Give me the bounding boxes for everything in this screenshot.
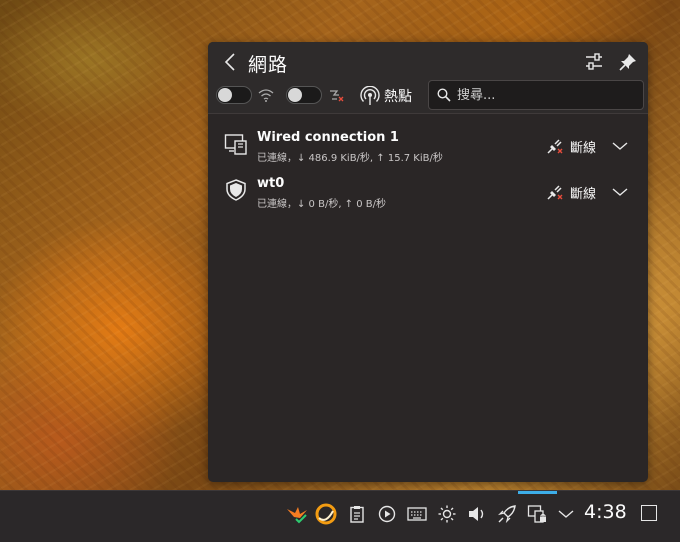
- disconnect-button[interactable]: 斷線: [546, 182, 596, 202]
- disconnect-label: 斷線: [570, 140, 597, 156]
- settings-sliders-icon: [586, 53, 602, 70]
- network-wired-lock-icon: [527, 505, 546, 523]
- toggle-knob: [288, 88, 302, 102]
- show-desktop-button[interactable]: [641, 505, 657, 521]
- disconnect-label: 斷線: [570, 186, 597, 202]
- bird-check-icon: [287, 507, 307, 524]
- brightness-icon: [438, 505, 456, 523]
- digital-clock[interactable]: 4:38: [584, 501, 627, 523]
- connection-status: 已連線，↓ 486.9 KiB/秒, ↑ 15.7 KiB/秒: [257, 153, 443, 164]
- mobile-broadband-off-icon: [328, 87, 344, 103]
- tray-keyboard[interactable]: [406, 503, 428, 525]
- wired-network-icon: [224, 134, 247, 155]
- connection-item-wired[interactable]: Wired connection 1 已連線，↓ 486.9 KiB/秒, ↑ …: [208, 128, 648, 172]
- chevron-left-icon: [224, 53, 235, 71]
- tray-launcher[interactable]: [496, 503, 518, 525]
- connection-name: Wired connection 1: [257, 130, 399, 145]
- expand-button[interactable]: [610, 182, 630, 202]
- tray-clipboard[interactable]: [346, 503, 368, 525]
- tray-network[interactable]: [526, 503, 548, 525]
- taskbar: 4:38: [0, 490, 680, 542]
- tray-expand-button[interactable]: [555, 503, 577, 525]
- active-applet-indicator: [518, 491, 557, 494]
- tray-fcitx[interactable]: [286, 503, 308, 525]
- wifi-toggle[interactable]: [216, 86, 252, 104]
- vpn-shield-icon: [226, 179, 246, 201]
- popup-title: 網路: [248, 54, 289, 76]
- tray-app-swirl[interactable]: [315, 503, 337, 525]
- configure-button[interactable]: [583, 51, 605, 73]
- disconnect-plug-icon: [547, 139, 563, 154]
- pin-button[interactable]: [617, 51, 639, 73]
- pin-icon: [619, 54, 636, 71]
- mobile-broadband-toggle[interactable]: [286, 86, 322, 104]
- tray-brightness[interactable]: [436, 503, 458, 525]
- tray-media-player[interactable]: [376, 503, 398, 525]
- connection-name: wt0: [257, 176, 285, 191]
- keyboard-icon: [407, 507, 427, 521]
- orange-swirl-icon: [315, 503, 337, 525]
- rocket-icon: [498, 505, 516, 523]
- network-popup: 網路 熱點 搜尋... Wired connection 1 已連線，↓ 486…: [208, 42, 648, 482]
- chevron-down-icon: [612, 142, 628, 150]
- hotspot-label: 熱點: [384, 89, 412, 105]
- volume-icon: [469, 507, 484, 521]
- search-field[interactable]: [428, 80, 644, 110]
- clipboard-icon: [350, 506, 364, 523]
- disconnect-button[interactable]: 斷線: [546, 136, 596, 156]
- popup-header: 網路 熱點 搜尋...: [208, 42, 648, 114]
- wifi-icon: [258, 87, 274, 103]
- search-icon: [437, 88, 451, 102]
- connection-status: 已連線，↓ 0 B/秒, ↑ 0 B/秒: [257, 199, 387, 210]
- play-circle-icon: [378, 505, 396, 523]
- hotspot-button[interactable]: 熱點: [360, 84, 412, 108]
- disconnect-plug-icon: [547, 185, 563, 200]
- toggle-knob: [218, 88, 232, 102]
- chevron-up-icon: [558, 510, 574, 518]
- search-input[interactable]: [457, 87, 643, 103]
- chevron-down-icon: [612, 188, 628, 196]
- back-button[interactable]: [220, 52, 240, 72]
- tray-volume[interactable]: [466, 503, 488, 525]
- connection-item-wt0[interactable]: wt0 已連線，↓ 0 B/秒, ↑ 0 B/秒 斷線: [208, 174, 648, 218]
- expand-button[interactable]: [610, 136, 630, 156]
- hotspot-icon: [360, 86, 380, 105]
